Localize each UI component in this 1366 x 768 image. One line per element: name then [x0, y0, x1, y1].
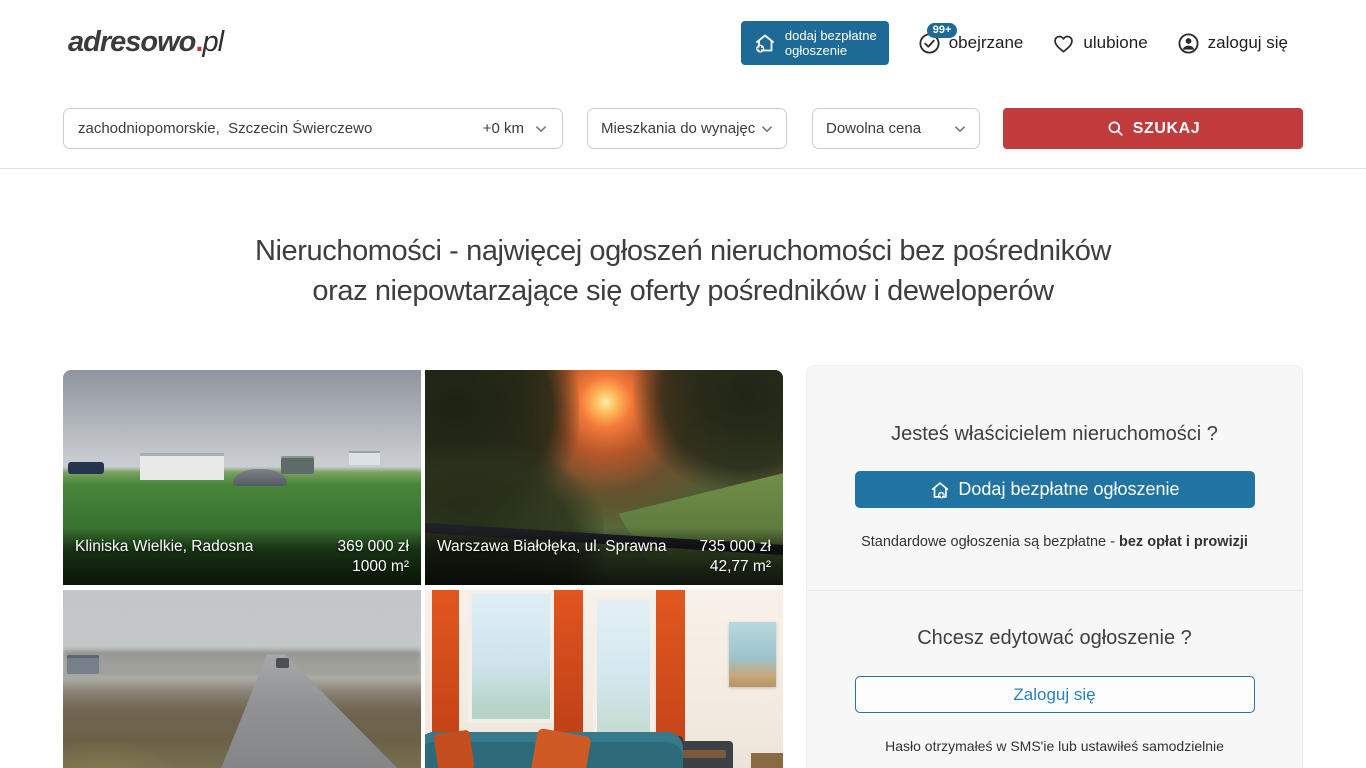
price-value: Dowolna cena — [826, 120, 921, 137]
login-label: zaloguj się — [1208, 33, 1288, 53]
password-note: Hasło otrzymałeś w SMS'ie lub ustawiłeś … — [807, 738, 1302, 754]
property-type-select[interactable]: Mieszkania do wynajęc — [587, 108, 787, 149]
property-type-value: Mieszkania do wynajęc — [601, 120, 755, 137]
pillow-shape — [433, 730, 474, 768]
listing-caption: Warszawa Białołęka, ul. Sprawna 735 000 … — [425, 528, 783, 585]
chevron-down-icon — [951, 120, 969, 138]
owner-heading: Jesteś właścicielem nieruchomości ? — [807, 423, 1302, 446]
search-button-label: SZUKAJ — [1133, 120, 1201, 138]
price-select[interactable]: Dowolna cena — [812, 108, 980, 149]
shed-shape — [281, 456, 313, 474]
window-shape — [468, 590, 554, 723]
listing-card[interactable]: Władysławowo, ul. 514 000 zł — [425, 590, 783, 768]
viewed-count-badge: 99+ — [927, 23, 958, 38]
car-shape — [233, 469, 287, 486]
listing-caption: Kliniska Wielkie, Radosna 369 000 zł 100… — [63, 528, 421, 585]
edit-section: Chcesz edytować ogłoszenie ? Zaloguj się… — [807, 591, 1302, 754]
listings-grid: Kliniska Wielkie, Radosna 369 000 zł 100… — [63, 370, 783, 768]
logo-tld: pl — [202, 26, 223, 58]
user-circle-icon — [1177, 32, 1200, 55]
listing-price-area: 735 000 zł 42,77 m² — [699, 537, 771, 577]
listing-card[interactable]: Warszawa Białołęka, ul. Sprawna 735 000 … — [425, 370, 783, 585]
owner-panel: Jesteś właścicielem nieruchomości ? Doda… — [806, 365, 1303, 768]
vehicle-shape — [276, 658, 289, 669]
house-shape — [140, 453, 224, 480]
viewed-label: obejrzane — [949, 33, 1024, 53]
favorites-label: ulubione — [1083, 33, 1147, 53]
favorites-link[interactable]: ulubione — [1052, 32, 1147, 55]
site-logo[interactable]: adresowo.pl — [68, 26, 223, 59]
sidebar-add-listing-button[interactable]: Dodaj bezpłatne ogłoszenie — [855, 471, 1255, 508]
search-button[interactable]: SZUKAJ — [1003, 108, 1303, 149]
sidebar-login-button[interactable]: Zaloguj się — [855, 676, 1255, 713]
chevron-down-icon[interactable] — [532, 120, 550, 138]
distant-house-shape — [67, 655, 99, 674]
listing-title: Warszawa Białołęka, ul. Sprawna — [437, 537, 687, 557]
login-link[interactable]: zaloguj się — [1177, 32, 1288, 55]
header-top-row: adresowo.pl dodaj bezpłatne ogłosz — [0, 0, 1366, 86]
tree-silhouette — [633, 370, 783, 495]
chevron-down-icon — [758, 120, 776, 138]
sidebar-add-listing-label: Dodaj bezpłatne ogłoszenie — [958, 479, 1179, 500]
radius-value: +0 km — [483, 120, 524, 137]
free-listing-note: Standardowe ogłoszenia są bezpłatne - be… — [807, 534, 1302, 550]
location-box: +0 km — [63, 108, 563, 149]
page-title: Nieruchomości - najwięcej ogłoszeń nieru… — [0, 231, 1366, 311]
magnifier-icon — [1106, 119, 1125, 138]
adresowo-homepage: adresowo.pl dodaj bezpłatne ogłosz — [0, 0, 1366, 768]
header-nav: dodaj bezpłatne ogłoszenie 99+ obejrzane — [741, 0, 1288, 86]
treeline-shape — [63, 650, 421, 676]
counter-shape — [751, 753, 783, 768]
listing-price-area: 369 000 zł 1000 m² — [337, 537, 409, 577]
grass-shape — [63, 741, 195, 768]
header: adresowo.pl dodaj bezpłatne ogłosz — [0, 0, 1366, 169]
distant-house-shape — [349, 451, 379, 465]
listing-card[interactable]: Kliniska Wielkie, Radosna 369 000 zł 100… — [63, 370, 421, 585]
listing-card[interactable]: Felicjanów 979 000 zł — [63, 590, 421, 768]
add-listing-button[interactable]: dodaj bezpłatne ogłoszenie — [741, 21, 889, 66]
listing-title: Kliniska Wielkie, Radosna — [75, 537, 325, 557]
edit-heading: Chcesz edytować ogłoszenie ? — [807, 627, 1302, 650]
search-bar: +0 km Mieszkania do wynajęc Dowolna cena — [63, 108, 1303, 149]
owner-section: Jesteś właścicielem nieruchomości ? Doda… — [807, 366, 1302, 550]
wall-picture-shape — [729, 622, 776, 687]
house-plus-icon — [753, 31, 777, 55]
heart-icon — [1052, 32, 1075, 55]
add-listing-label: dodaj bezpłatne ogłoszenie — [785, 28, 877, 59]
viewed-link[interactable]: 99+ obejrzane — [918, 32, 1024, 55]
location-input[interactable] — [78, 120, 483, 137]
trampoline-shape — [68, 462, 104, 474]
logo-name: adresowo — [68, 26, 195, 58]
house-plus-icon — [929, 479, 951, 501]
